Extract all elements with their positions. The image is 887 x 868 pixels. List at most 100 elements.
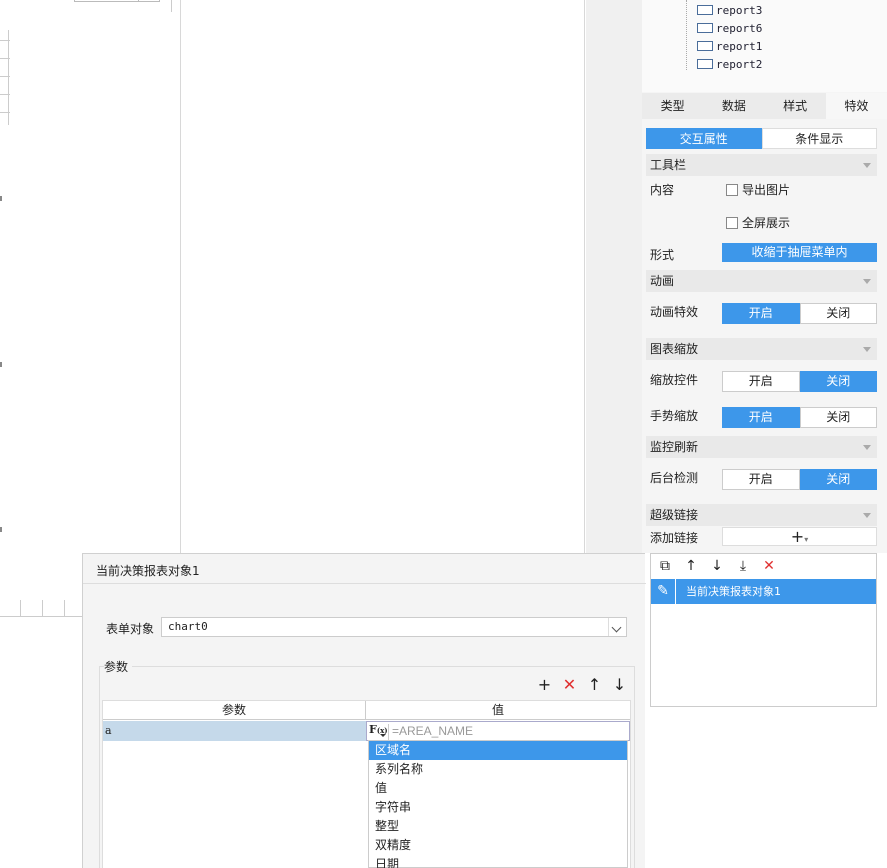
formula-caret-icon[interactable]: [380, 734, 386, 737]
section-animation[interactable]: 动画: [646, 270, 877, 292]
ruler-tick: [0, 527, 2, 532]
collapse-arrow-icon: [863, 445, 871, 450]
tree-item[interactable]: report2: [697, 56, 762, 72]
column-header-value: 值: [366, 701, 630, 720]
tab-data[interactable]: 数据: [703, 93, 764, 119]
section-chart-zoom[interactable]: 图表缩放: [646, 338, 877, 360]
arrow-down-icon[interactable]: ↓: [709, 557, 725, 575]
tree-item[interactable]: report6: [697, 20, 762, 36]
section-hyperlink[interactable]: 超级链接: [646, 504, 877, 526]
checkbox-box: [726, 216, 738, 229]
arrow-up-icon[interactable]: ↑: [683, 557, 699, 575]
params-toolbar: + ✕ ↑ ↓: [537, 676, 627, 694]
collapse-arrow-icon: [863, 347, 871, 352]
hyperlink-item[interactable]: ✎ 当前决策报表对象1: [651, 579, 876, 604]
tab-style[interactable]: 样式: [765, 93, 826, 119]
section-title: 工具栏: [650, 158, 687, 172]
chevron-down-icon[interactable]: [608, 618, 626, 636]
toggle-on[interactable]: 开启: [722, 407, 800, 428]
arrow-down-icon[interactable]: ↓: [612, 676, 627, 694]
dropdown-option[interactable]: 值: [369, 779, 627, 798]
ruler-tick: [0, 362, 2, 367]
tree-guide-line: [686, 0, 687, 70]
collapse-arrow-icon: [863, 513, 871, 518]
params-label: 参数: [104, 658, 133, 675]
canvas-gutter: [586, 0, 642, 553]
content-label: 内容: [650, 183, 675, 197]
section-title: 监控刷新: [650, 440, 699, 454]
delete-icon[interactable]: ✕: [761, 557, 777, 575]
vertical-ruler: [0, 30, 10, 125]
form-object-label: 表单对象: [106, 622, 155, 636]
property-tabs: 类型 数据 样式 特效: [642, 93, 887, 119]
subtab-condition[interactable]: 条件显示: [761, 128, 877, 149]
toggle-off[interactable]: 关闭: [799, 303, 877, 324]
section-title: 图表缩放: [650, 342, 699, 356]
formula-letter: F: [369, 723, 377, 736]
collapse-arrow-icon: [863, 163, 871, 168]
tree-item[interactable]: report3: [697, 2, 762, 18]
subtab-interaction[interactable]: 交互属性: [646, 128, 762, 149]
add-link-label: 添加链接: [650, 531, 699, 545]
toggle-on[interactable]: 开启: [722, 371, 800, 392]
param-value-editor[interactable]: F(x) =AREA_NAME: [366, 721, 630, 741]
export-image-checkbox[interactable]: 导出图片: [726, 181, 790, 198]
section-toolbar[interactable]: 工具栏: [646, 154, 877, 176]
section-monitor-refresh[interactable]: 监控刷新: [646, 436, 877, 458]
move-bottom-icon[interactable]: ⤓: [735, 557, 751, 575]
add-icon[interactable]: +: [537, 676, 552, 694]
toggle-on[interactable]: 开启: [722, 303, 800, 324]
dropdown-option[interactable]: 日期: [369, 855, 627, 868]
tree-item-label: report1: [716, 39, 763, 53]
animation-effect-toggle: 开启 关闭: [722, 303, 877, 324]
hyperlink-item-label: 当前决策报表对象1: [686, 585, 781, 598]
design-canvas[interactable]: [180, 0, 585, 553]
animation-effect-label: 动画特效: [650, 305, 699, 319]
tree-item-label: report2: [716, 57, 763, 71]
column-header-param: 参数: [103, 701, 366, 720]
select-value: chart0: [168, 620, 208, 633]
param-key-cell[interactable]: a: [103, 721, 366, 741]
report-widget-icon: [697, 5, 713, 15]
checkbox-label: 全屏展示: [742, 216, 791, 230]
dropdown-caret-icon: ▾: [804, 535, 809, 544]
toggle-off[interactable]: 关闭: [799, 371, 877, 392]
report-widget-icon: [697, 23, 713, 33]
dropdown-option[interactable]: 字符串: [369, 798, 627, 817]
section-title: 动画: [650, 274, 675, 288]
add-link-button[interactable]: +▾: [722, 527, 877, 546]
zoom-control-label: 缩放控件: [650, 373, 699, 387]
report-widget-icon: [697, 41, 713, 51]
tree-item[interactable]: report1: [697, 38, 762, 54]
dialog-divider: [83, 583, 646, 584]
param-value-input[interactable]: =AREA_NAME: [388, 724, 628, 740]
gesture-zoom-toggle: 开启 关闭: [722, 407, 877, 428]
arrow-up-icon[interactable]: ↑: [587, 676, 602, 694]
toggle-off[interactable]: 关闭: [799, 407, 877, 428]
plus-icon: +: [790, 527, 805, 546]
dropdown-option[interactable]: 区域名: [369, 741, 627, 760]
dropdown-option[interactable]: 系列名称: [369, 760, 627, 779]
section-title: 超级链接: [650, 508, 699, 522]
copy-icon[interactable]: ⧉: [657, 557, 673, 575]
effects-subtabs: 交互属性 条件显示: [646, 128, 877, 149]
form-style-button[interactable]: 收缩于抽屉菜单内: [722, 243, 877, 262]
collapse-arrow-icon: [863, 279, 871, 284]
property-panel: report3 report6 report1 report2 类型 数据 样式…: [642, 0, 887, 553]
tab-effects[interactable]: 特效: [825, 93, 887, 119]
gesture-zoom-label: 手势缩放: [650, 409, 699, 423]
tab-type[interactable]: 类型: [642, 93, 703, 119]
form-object-select[interactable]: chart0: [161, 617, 627, 637]
widget-tree: report3 report6 report1 report2: [642, 0, 887, 92]
left-top-widget[interactable]: [74, 0, 160, 2]
design-left-area: [0, 0, 172, 617]
dropdown-option[interactable]: 整型: [369, 817, 627, 836]
toggle-on[interactable]: 开启: [722, 469, 800, 490]
delete-icon[interactable]: ✕: [562, 676, 577, 694]
fullscreen-checkbox[interactable]: 全屏展示: [726, 214, 790, 231]
hyperlink-toolbar: ⧉ ↑ ↓ ⤓ ✕: [657, 557, 777, 575]
tree-item-label: report6: [716, 21, 763, 35]
toggle-off[interactable]: 关闭: [799, 469, 877, 490]
ruler-tick: [0, 196, 2, 201]
dropdown-option[interactable]: 双精度: [369, 836, 627, 855]
